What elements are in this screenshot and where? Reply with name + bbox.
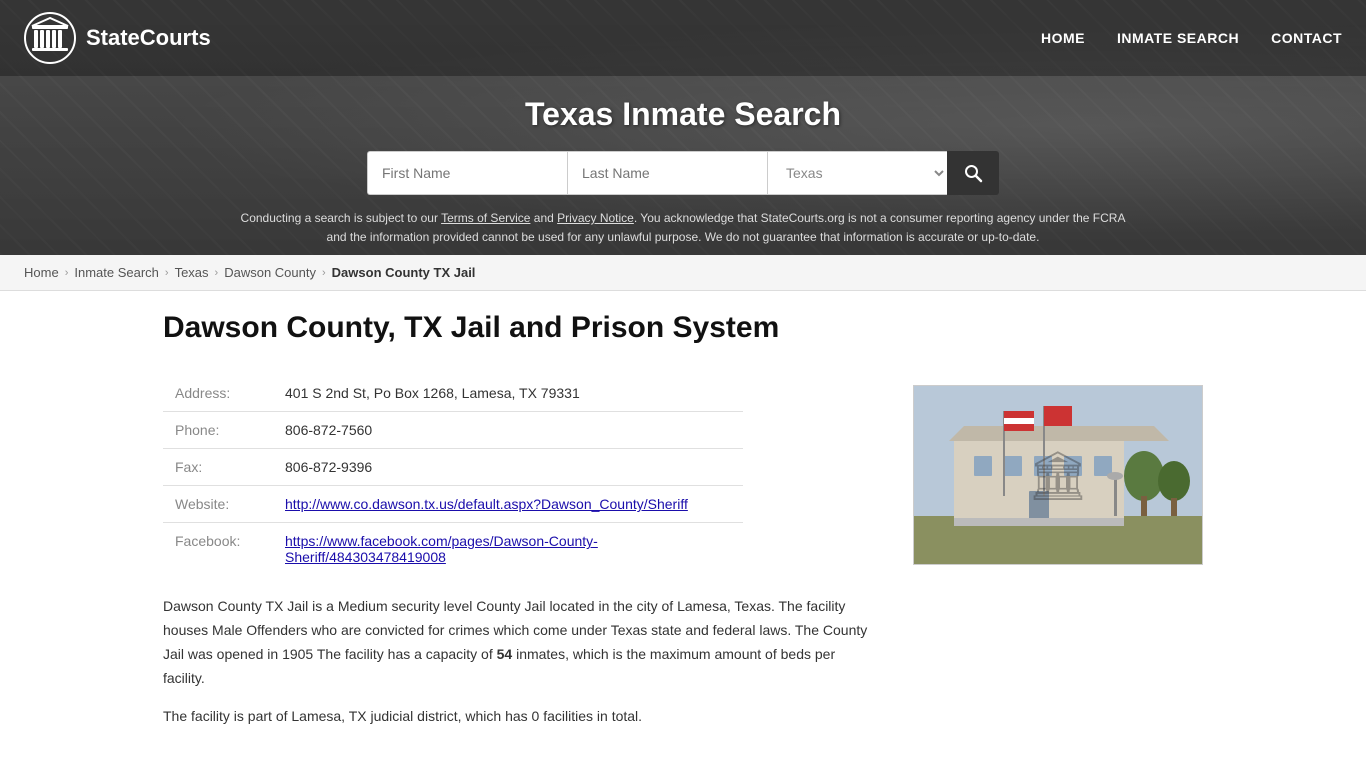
table-row-fax: Fax: 806-872-9396 (163, 449, 743, 486)
description-paragraph-2: The facility is part of Lamesa, TX judic… (163, 705, 873, 729)
breadcrumb-home[interactable]: Home (24, 265, 59, 280)
info-table: Address: 401 S 2nd St, Po Box 1268, Lame… (163, 375, 743, 575)
table-row-address: Address: 401 S 2nd St, Po Box 1268, Lame… (163, 375, 743, 412)
capacity-value: 54 (497, 646, 513, 662)
disclaimer: Conducting a search is subject to our Te… (233, 209, 1133, 247)
breadcrumb-sep-2: › (165, 267, 169, 279)
nav-links: HOME INMATE SEARCH CONTACT (1041, 30, 1342, 46)
breadcrumb-current: Dawson County TX Jail (332, 265, 476, 280)
nav-link-inmate-search[interactable]: INMATE SEARCH (1117, 30, 1239, 46)
terms-link[interactable]: Terms of Service (441, 211, 530, 225)
description-paragraph-1: Dawson County TX Jail is a Medium securi… (163, 595, 873, 690)
search-bar: Select State AlabamaAlaskaArizona Arkans… (20, 151, 1346, 195)
address-value: 401 S 2nd St, Po Box 1268, Lamesa, TX 79… (273, 375, 743, 412)
nav-link-home[interactable]: HOME (1041, 30, 1085, 46)
nav-bar: StateCourts HOME INMATE SEARCH CONTACT (0, 0, 1366, 76)
nav-item-inmate-search[interactable]: INMATE SEARCH (1117, 30, 1239, 46)
logo-icon (24, 12, 76, 64)
breadcrumb-dawson-county[interactable]: Dawson County (224, 265, 316, 280)
table-row-facebook: Facebook: https://www.facebook.com/pages… (163, 523, 743, 576)
facility-image-box (913, 385, 1203, 728)
table-row-website: Website: http://www.co.dawson.tx.us/defa… (163, 486, 743, 523)
breadcrumb-sep-1: › (65, 267, 69, 279)
state-select[interactable]: Select State AlabamaAlaskaArizona Arkans… (767, 151, 947, 195)
first-name-input[interactable] (367, 151, 567, 195)
nav-item-home[interactable]: HOME (1041, 30, 1085, 46)
breadcrumb-sep-3: › (215, 267, 219, 279)
facebook-label: Facebook: (163, 523, 273, 576)
main-content: Dawson County, TX Jail and Prison System… (83, 291, 1283, 768)
breadcrumb-texas[interactable]: Texas (175, 265, 209, 280)
logo-link[interactable]: StateCourts (24, 12, 211, 64)
search-icon (963, 163, 983, 183)
website-label: Website: (163, 486, 273, 523)
facebook-link[interactable]: https://www.facebook.com/pages/Dawson-Co… (285, 533, 598, 565)
privacy-link[interactable]: Privacy Notice (557, 211, 634, 225)
page-title: Dawson County, TX Jail and Prison System (163, 311, 1203, 345)
nav-item-contact[interactable]: CONTACT (1271, 30, 1342, 46)
logo-text: StateCourts (86, 25, 211, 51)
header: StateCourts HOME INMATE SEARCH CONTACT T… (0, 0, 1366, 255)
breadcrumb-sep-4: › (322, 267, 326, 279)
address-label: Address: (163, 375, 273, 412)
content-layout: Address: 401 S 2nd St, Po Box 1268, Lame… (163, 375, 1203, 728)
phone-value: 806-872-7560 (273, 412, 743, 449)
fax-label: Fax: (163, 449, 273, 486)
last-name-input[interactable] (567, 151, 767, 195)
hero-section: Texas Inmate Search Select State Alabama… (0, 76, 1366, 255)
breadcrumb: Home › Inmate Search › Texas › Dawson Co… (0, 255, 1366, 291)
phone-label: Phone: (163, 412, 273, 449)
table-row-phone: Phone: 806-872-7560 (163, 412, 743, 449)
website-link[interactable]: http://www.co.dawson.tx.us/default.aspx?… (285, 496, 688, 512)
content-left: Address: 401 S 2nd St, Po Box 1268, Lame… (163, 375, 873, 728)
hero-title: Texas Inmate Search (20, 96, 1346, 133)
search-button[interactable] (947, 151, 999, 195)
fax-value: 806-872-9396 (273, 449, 743, 486)
facility-image (913, 385, 1203, 565)
website-value: http://www.co.dawson.tx.us/default.aspx?… (273, 486, 743, 523)
facility-scene-svg (914, 386, 1203, 565)
nav-link-contact[interactable]: CONTACT (1271, 30, 1342, 46)
facebook-value: https://www.facebook.com/pages/Dawson-Co… (273, 523, 743, 576)
breadcrumb-inmate-search[interactable]: Inmate Search (74, 265, 159, 280)
